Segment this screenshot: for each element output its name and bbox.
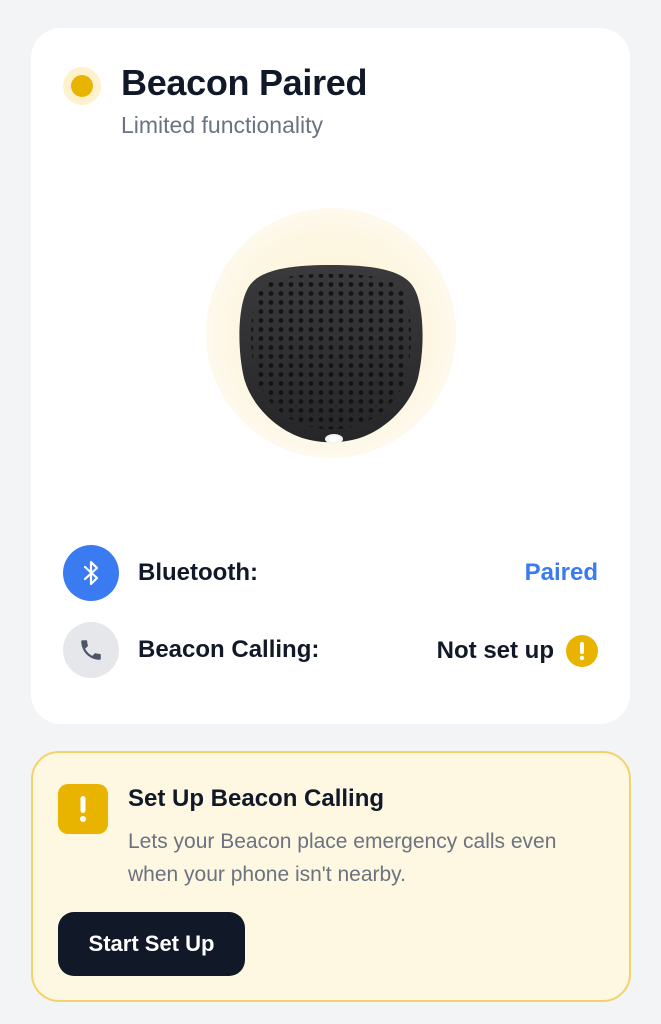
status-indicator — [63, 67, 101, 105]
bluetooth-label: Bluetooth: — [138, 559, 258, 586]
beacon-calling-label: Beacon Calling: — [138, 636, 320, 663]
phone-icon — [63, 622, 119, 678]
beacon-status-card: Beacon Paired Limited functionality Blue… — [31, 28, 630, 724]
setup-card-description: Lets your Beacon place emergency calls e… — [128, 830, 557, 886]
setup-beacon-calling-card: Set Up Beacon Calling Lets your Beacon p… — [31, 751, 631, 1002]
exclamation-icon — [58, 784, 108, 834]
exclamation-icon — [566, 635, 598, 667]
setup-card-title: Set Up Beacon Calling — [128, 785, 385, 812]
page-title: Beacon Paired — [121, 62, 368, 103]
status-dot-icon — [71, 75, 93, 97]
status-subtitle: Limited functionality — [121, 112, 323, 138]
beacon-calling-status-group: Not set up — [437, 635, 598, 667]
page: Beacon Paired Limited functionality Blue… — [0, 0, 661, 1024]
bluetooth-status: Paired — [524, 559, 598, 586]
beacon-calling-row: Beacon Calling: Not set up — [63, 622, 598, 678]
bluetooth-row: Bluetooth: Paired — [63, 545, 598, 601]
start-setup-button[interactable]: Start Set Up — [58, 912, 245, 976]
bluetooth-icon — [63, 545, 119, 601]
beacon-device-image — [239, 265, 423, 444]
device-illustration — [206, 208, 456, 458]
beacon-calling-status: Not set up — [436, 637, 554, 664]
